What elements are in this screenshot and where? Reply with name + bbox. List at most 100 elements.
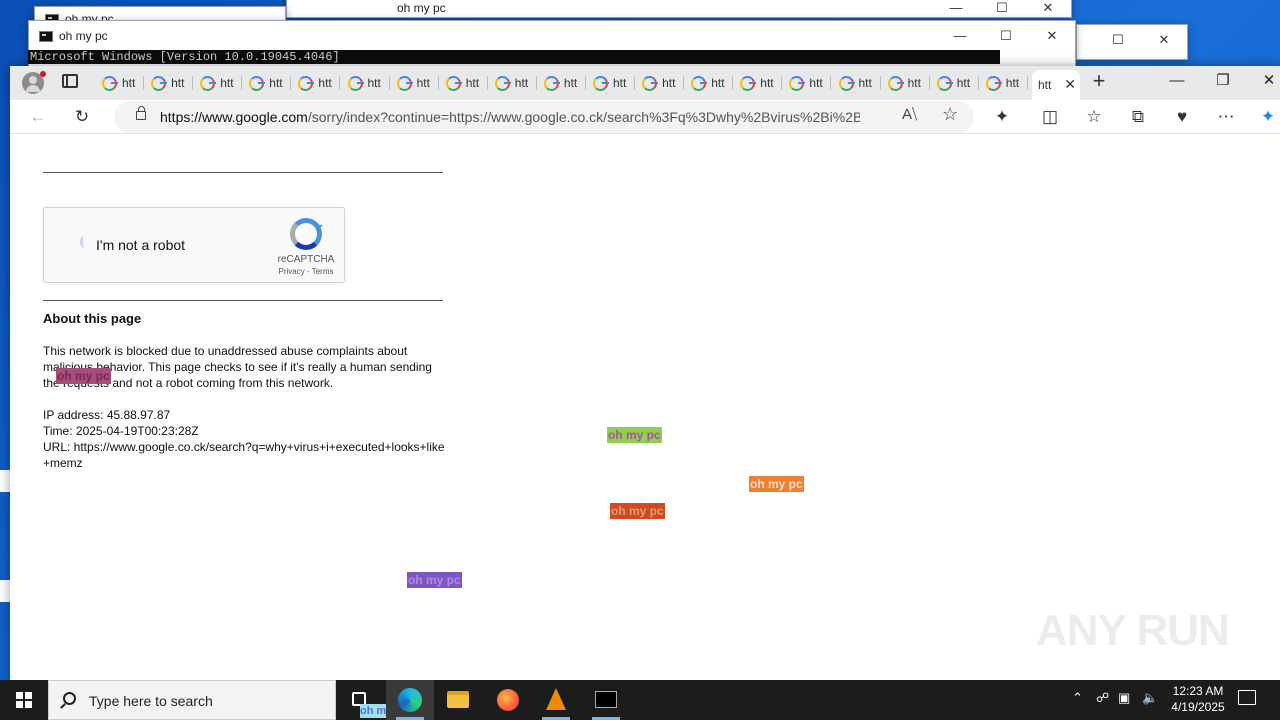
- tab-label: htt: [1005, 76, 1020, 90]
- tab[interactable]: htt: [538, 70, 586, 96]
- taskbar-file-explorer[interactable]: [434, 680, 482, 720]
- restore-button[interactable]: ❐: [1200, 66, 1246, 98]
- taskbar-vlc[interactable]: [532, 680, 580, 720]
- oh-my-pc-overlay: oh my pc: [407, 572, 462, 588]
- close-button[interactable]: ✕: [1141, 32, 1187, 48]
- read-aloud-icon[interactable]: A⧹: [902, 106, 917, 123]
- google-favicon-icon: [396, 75, 413, 91]
- tab-label: htt: [514, 76, 529, 90]
- split-screen-icon[interactable]: ◫: [1038, 105, 1062, 129]
- minimize-button[interactable]: —: [937, 28, 983, 44]
- tab[interactable]: htt: [489, 70, 537, 96]
- tab[interactable]: htt: [882, 70, 930, 96]
- start-button[interactable]: [0, 680, 48, 720]
- tab[interactable]: htt: [342, 70, 390, 96]
- maximize-button[interactable]: ☐: [983, 28, 1029, 44]
- edge-browser-window[interactable]: htt htt htt htt htt htt htt htt htt htt htt htt htt h…: [10, 66, 1280, 680]
- address-bar[interactable]: https://www.google.com/sorry/index?conti…: [114, 101, 974, 133]
- device-icon[interactable]: ☍: [1096, 690, 1109, 706]
- folder-icon: [447, 691, 469, 708]
- tab[interactable]: htt: [292, 70, 341, 96]
- checkbox-label[interactable]: I'm not a robot: [96, 237, 185, 253]
- ip-address: IP address: 45.88.97.87: [43, 408, 171, 422]
- search-icon: [63, 692, 76, 705]
- timestamp: Time: 2025-04-19T00:23:28Z: [43, 424, 199, 438]
- refresh-icon[interactable]: ↻: [70, 105, 94, 129]
- recaptcha-links[interactable]: Privacy - Terms: [276, 267, 336, 276]
- notification-center-icon[interactable]: [1238, 690, 1256, 705]
- more-menu-icon[interactable]: ⋯: [1214, 105, 1238, 129]
- tab[interactable]: htt: [587, 70, 635, 96]
- google-favicon-icon: [887, 75, 904, 91]
- maximize-button[interactable]: ☐: [979, 0, 1025, 16]
- divider: [43, 172, 443, 173]
- volume-icon[interactable]: 🔈: [1142, 690, 1158, 706]
- vlc-cone-icon: [546, 688, 566, 710]
- url-text[interactable]: https://www.google.com/sorry/index?conti…: [160, 109, 860, 125]
- tab[interactable]: htt: [931, 70, 979, 96]
- tab[interactable]: htt: [783, 70, 832, 96]
- tab[interactable]: htt: [194, 70, 243, 96]
- background-window-right[interactable]: ☐ ✕: [1076, 24, 1188, 60]
- google-favicon-icon: [298, 75, 315, 91]
- google-favicon-icon: [593, 75, 609, 91]
- taskbar-console[interactable]: [582, 680, 630, 720]
- close-button[interactable]: ✕: [1029, 28, 1075, 44]
- tab[interactable]: htt: [734, 70, 783, 96]
- tab-label: htt: [662, 76, 676, 90]
- clock-time: 12:23 AM: [1172, 684, 1224, 698]
- tab-label: htt: [711, 76, 725, 90]
- tab[interactable]: htt: [96, 70, 144, 96]
- tab[interactable]: htt: [440, 70, 488, 96]
- taskbar-firefox[interactable]: [484, 680, 532, 720]
- favorites-icon[interactable]: ☆: [1082, 105, 1106, 129]
- tab-actions-icon[interactable]: [62, 74, 78, 88]
- close-tab-icon[interactable]: ✕: [1064, 76, 1076, 93]
- google-favicon-icon: [249, 75, 266, 91]
- maximize-button[interactable]: ☐: [1095, 32, 1141, 48]
- tab-label: htt: [416, 76, 430, 90]
- background-window-top[interactable]: oh my pc — ☐ ✕: [286, 0, 1072, 18]
- extensions-icon[interactable]: ✦: [990, 105, 1014, 129]
- show-hidden-icons-chevron-icon[interactable]: ⌃: [1072, 690, 1083, 706]
- network-icon[interactable]: ▣: [1118, 690, 1130, 706]
- recaptcha-logo-icon: [290, 218, 323, 250]
- console-output: Microsoft Windows [Version 10.0.19045.40…: [28, 50, 1000, 64]
- browser-essentials-icon[interactable]: ♥: [1170, 105, 1194, 129]
- tab-label: htt: [956, 76, 971, 90]
- tab-active[interactable]: htt ✕: [1032, 70, 1080, 100]
- copilot-icon[interactable]: ✦: [1256, 105, 1280, 129]
- google-favicon-icon: [642, 75, 659, 91]
- back-arrow-icon[interactable]: ←: [26, 105, 50, 129]
- collections-icon[interactable]: ⧉: [1126, 105, 1150, 129]
- google-favicon-icon: [543, 75, 560, 91]
- tab[interactable]: htt: [685, 70, 734, 96]
- tab[interactable]: htt: [243, 70, 292, 96]
- minimize-button[interactable]: —: [1154, 66, 1200, 98]
- close-button[interactable]: ✕: [1246, 66, 1280, 98]
- window-title: oh my pc: [59, 29, 108, 43]
- google-favicon-icon: [494, 75, 511, 91]
- taskbar-edge[interactable]: [386, 680, 434, 720]
- tab[interactable]: htt: [833, 70, 881, 96]
- about-heading: About this page: [43, 311, 142, 326]
- recaptcha-widget[interactable]: I'm not a robot reCAPTCHA Privacy - Term…: [43, 207, 345, 283]
- tab[interactable]: htt: [980, 70, 1028, 96]
- tab[interactable]: htt: [636, 70, 685, 96]
- tab[interactable]: htt: [145, 70, 194, 96]
- lock-icon[interactable]: [136, 106, 146, 120]
- minimize-button[interactable]: —: [933, 0, 979, 16]
- new-tab-button[interactable]: +: [1086, 69, 1112, 95]
- checkbox-spinner[interactable]: [80, 236, 88, 248]
- favorite-star-icon[interactable]: ☆: [942, 104, 958, 125]
- console-icon: [595, 691, 617, 708]
- clock[interactable]: 12:23 AM 4/19/2025: [1160, 683, 1236, 715]
- oh-my-pc-overlay: oh my pc: [749, 476, 804, 492]
- tab-strip: htt htt htt htt htt htt htt htt htt htt htt htt htt h…: [10, 66, 1280, 100]
- url-path: /sorry/index?continue=https://www.google…: [307, 109, 860, 125]
- console-icon: [39, 30, 53, 42]
- close-button[interactable]: ✕: [1025, 0, 1071, 16]
- taskbar-search[interactable]: Type here to search: [48, 680, 336, 720]
- google-favicon-icon: [102, 75, 118, 91]
- tab[interactable]: htt: [391, 70, 439, 96]
